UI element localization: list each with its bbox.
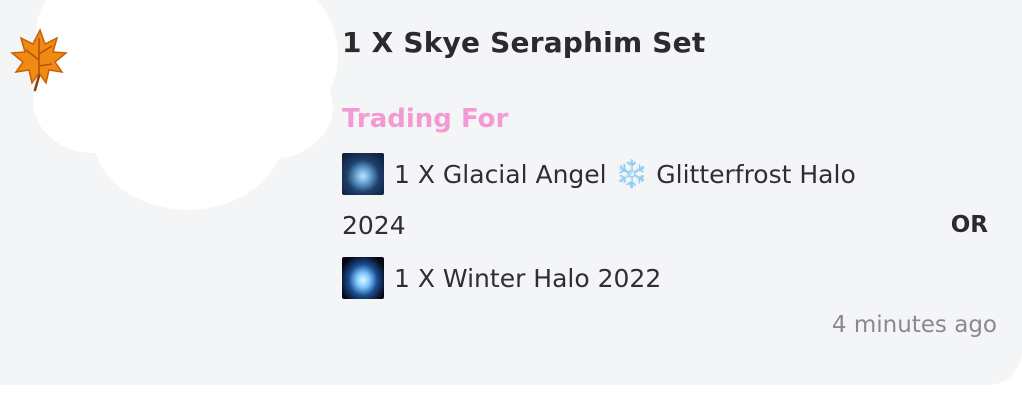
- trade-listing-card[interactable]: 1 X Skye Seraphim Set Trading For 1 X Gl…: [0, 0, 1022, 385]
- trade-item-text-continued: 2024: [342, 211, 406, 240]
- trade-item-text: 1 X Glacial Angel: [394, 159, 607, 189]
- avatar: [28, 0, 348, 215]
- glacial-angel-halo-thumbnail: [342, 153, 384, 195]
- listing-title: 1 X Skye Seraphim Set: [342, 26, 706, 59]
- timestamp: 4 minutes ago: [831, 312, 997, 338]
- trade-item-glacial-angel: 1 X Glacial Angel ❄️ Glitterfrost Halo: [342, 153, 856, 195]
- autumn-leaf-icon: [10, 28, 68, 92]
- snowflake-icon: ❄️: [614, 158, 649, 190]
- trade-item-text-after: Glitterfrost Halo: [656, 159, 856, 189]
- trade-item-winter-halo: 1 X Winter Halo 2022: [342, 257, 661, 299]
- winter-halo-thumbnail: [342, 257, 384, 299]
- or-label: OR: [950, 212, 988, 238]
- trade-item-text: 1 X Winter Halo 2022: [394, 263, 662, 293]
- trading-for-label: Trading For: [342, 104, 509, 134]
